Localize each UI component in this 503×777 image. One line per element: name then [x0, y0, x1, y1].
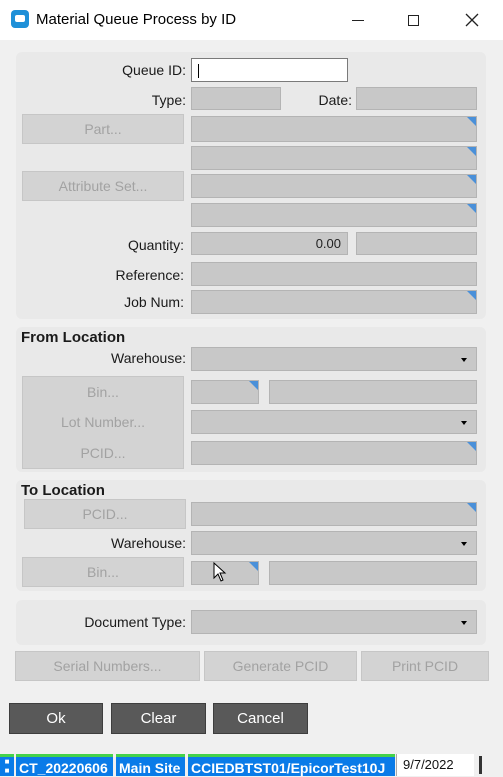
from-warehouse-label: Warehouse: [111, 350, 186, 366]
close-button[interactable] [443, 0, 501, 40]
close-icon [465, 13, 479, 27]
part-description-field[interactable] [191, 146, 477, 170]
status-server: CCIEDBTST01/EpicorTest10J [188, 754, 395, 776]
type-field [191, 87, 281, 110]
queue-id-label: Queue ID: [122, 62, 186, 78]
to-bin-button[interactable]: Bin... [22, 557, 184, 587]
from-location-title: From Location [21, 329, 126, 346]
from-warehouse-select[interactable] [191, 347, 477, 371]
attribute-set-description-field[interactable] [191, 203, 477, 227]
part-button[interactable]: Part... [22, 114, 184, 144]
date-label: Date: [318, 92, 352, 108]
type-label: Type: [151, 92, 186, 108]
document-type-label: Document Type: [84, 614, 186, 630]
to-bin-description-field [269, 561, 477, 585]
status-site: Main Site [116, 754, 185, 776]
from-lot-number-select[interactable] [191, 410, 477, 434]
to-location-title: To Location [21, 482, 105, 499]
reference-field [191, 262, 477, 286]
from-pcid-button[interactable]: PCID... [22, 438, 184, 468]
text-caret [198, 64, 199, 79]
from-bin-button[interactable]: Bin... [22, 377, 184, 407]
attribute-set-button[interactable]: Attribute Set... [22, 171, 184, 201]
title-bar: Material Queue Process by ID [0, 0, 503, 40]
from-pcid-field[interactable] [191, 441, 477, 465]
quantity-label: Quantity: [127, 237, 184, 253]
app-window-icon [11, 10, 29, 28]
window-title: Material Queue Process by ID [36, 11, 237, 28]
to-warehouse-select[interactable] [191, 531, 477, 555]
document-type-select[interactable] [191, 610, 477, 634]
resize-grip-icon[interactable] [479, 756, 482, 774]
quantity-uom-field [356, 232, 477, 255]
maximize-button[interactable] [384, 0, 442, 40]
to-pcid-field[interactable] [191, 502, 477, 526]
job-num-field[interactable] [191, 290, 477, 314]
job-num-label: Job Num: [124, 294, 184, 310]
quantity-field: 0.00 [191, 232, 348, 255]
minimize-icon [352, 19, 364, 21]
cancel-button[interactable]: Cancel [213, 703, 308, 734]
queue-id-input[interactable] [191, 58, 348, 82]
to-warehouse-label: Warehouse: [111, 535, 186, 551]
status-company: CT_20220606 [16, 754, 113, 776]
from-bin-field[interactable] [191, 380, 259, 404]
attribute-set-field[interactable] [191, 174, 477, 198]
part-number-field[interactable] [191, 116, 477, 142]
ok-button[interactable]: Ok [9, 703, 103, 734]
from-bin-description-field [269, 380, 477, 404]
mouse-pointer-icon [213, 562, 227, 582]
status-date: 9/7/2022 [396, 754, 474, 776]
serial-numbers-button[interactable]: Serial Numbers... [15, 651, 200, 681]
date-field [356, 87, 477, 110]
to-pcid-button[interactable]: PCID... [24, 499, 186, 529]
print-pcid-button[interactable]: Print PCID [361, 651, 489, 681]
status-bar: ■ ■ CT_20220606 Main Site CCIEDBTST01/Epi… [0, 753, 503, 777]
status-indicator-icon: ■ ■ [0, 754, 14, 776]
minimize-button[interactable] [329, 0, 387, 40]
clear-button[interactable]: Clear [111, 703, 206, 734]
generate-pcid-button[interactable]: Generate PCID [204, 651, 357, 681]
reference-label: Reference: [115, 267, 184, 283]
maximize-icon [407, 14, 419, 26]
from-lot-number-button[interactable]: Lot Number... [22, 407, 184, 437]
